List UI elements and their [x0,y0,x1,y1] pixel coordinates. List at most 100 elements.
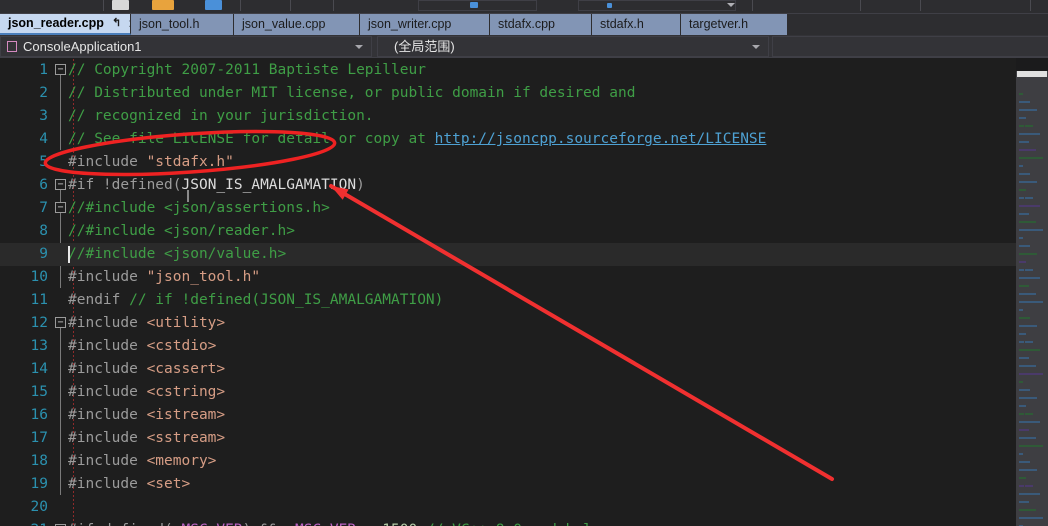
code-map-line [1019,453,1023,455]
code-map-line [1025,509,1036,511]
scope-member-dropdown[interactable]: (全局范围) [377,36,769,57]
code-map-line [1019,413,1024,415]
editor-tab-strip[interactable]: json_reader.cpp ↱ ✕ json_tool.h json_val… [0,14,1048,35]
chevron-down-icon[interactable] [727,3,735,7]
code-line-row[interactable]: 3 // recognized in your jurisdiction. [0,105,1016,128]
code-map-line [1025,245,1030,247]
code-line-row[interactable]: 21−#if defined(_MSC_VER) && _MSC_VER < 1… [0,519,1016,526]
scope-project-dropdown[interactable]: ConsoleApplication1 [0,36,372,57]
code-line-row[interactable]: 7−//#include <json/assertions.h> [0,197,1016,220]
code-map-line [1019,477,1026,479]
fold-collapse-icon[interactable]: − [55,64,66,75]
code-line-row[interactable]: 8 //#include <json/reader.h> [0,220,1016,243]
scope-project-label: ConsoleApplication1 [23,38,142,54]
chevron-down-icon[interactable] [355,44,363,49]
code-token[interactable]: http://jsoncpp.sourceforge.net/LICENSE [435,131,767,147]
code-line-text: // See file LICENSE for detail or copy a… [68,128,766,151]
tab-stdafx-h[interactable]: stdafx.h [592,14,681,35]
code-token: //#include <json/assertions.h> [68,200,330,216]
line-number: 7 [39,200,48,216]
code-token: < [356,522,382,526]
code-line-text: //#include <json/value.h> [68,243,286,266]
code-line-row[interactable]: 15 #include <cstring> [0,381,1016,404]
code-line-row[interactable]: 2 // Distributed under MIT license, or pu… [0,82,1016,105]
code-map-line [1019,333,1026,335]
code-editor[interactable]: 1−// Copyright 2007-2011 Baptiste Lepill… [0,58,1016,526]
tab-json_value-cpp[interactable]: json_value.cpp [234,14,360,35]
code-line-text: //#include <json/assertions.h> [68,197,330,220]
find-icon[interactable] [607,3,612,8]
code-map-line [1031,301,1043,303]
line-number: 3 [39,108,48,124]
code-token: // recognized in your jurisdiction. [68,108,374,124]
code-map-line [1031,517,1043,519]
code-map-line [1025,413,1033,415]
code-line-row[interactable]: 4 // See file LICENSE for detail or copy … [0,128,1016,151]
code-line-row[interactable]: 20 [0,496,1016,519]
code-token: // See file LICENSE for detail or copy a… [68,131,435,147]
code-map-line [1019,237,1023,239]
tab-label: json_value.cpp [242,17,326,31]
scrollbar-thumb[interactable] [1017,71,1047,77]
code-map-line [1031,397,1037,399]
line-number: 18 [30,453,48,469]
code-line-row[interactable]: 16 #include <istream> [0,404,1016,427]
line-number: 6 [39,177,48,193]
platform-dropdown[interactable] [578,0,736,11]
save-all-icon[interactable] [152,0,174,10]
code-line-row[interactable]: 9 //#include <json/value.h> [0,243,1016,266]
code-lines-container[interactable]: 1−// Copyright 2007-2011 Baptiste Lepill… [0,58,1016,526]
code-line-row[interactable]: 6− #if !defined(JSON_IS_AMALGAMATION) [0,174,1016,197]
fold-collapse-icon[interactable]: − [55,202,66,213]
undo-icon[interactable] [205,0,222,10]
code-map-line [1019,309,1023,311]
code-token: <cassert> [146,361,226,377]
code-token: #include [68,453,147,469]
fold-collapse-icon[interactable]: − [55,317,66,328]
scrollbar-track-top[interactable] [1016,58,1048,71]
fold-collapse-icon[interactable]: − [55,179,66,190]
code-token: <set> [146,476,191,492]
code-token: #include [68,269,147,285]
code-map-line [1019,405,1026,407]
tab-json_reader-cpp[interactable]: json_reader.cpp ↱ ✕ [0,14,131,35]
start-debug-icon[interactable] [470,2,478,8]
code-token: "stdafx.h" [146,154,234,170]
vertical-scrollbar-codemap[interactable] [1016,58,1048,526]
navigation-bar[interactable]: ConsoleApplication1 (全局范围) [0,35,1048,58]
code-map-line [1031,157,1043,159]
code-line-row[interactable]: 12− #include <utility> [0,312,1016,335]
chevron-down-icon[interactable] [752,44,760,49]
code-map-line [1031,277,1040,279]
code-token: //#include <json/value.h> [68,246,287,262]
code-line-row[interactable]: 1−// Copyright 2007-2011 Baptiste Lepill… [0,59,1016,82]
code-line-row[interactable]: 10 #include "json_tool.h" [0,266,1016,289]
code-token: JSON_IS_AMALGAMATION [181,177,357,193]
main-toolbar[interactable] [0,0,1048,14]
text-cursor [68,246,70,263]
save-icon[interactable] [112,0,129,10]
code-line-row[interactable]: 5 #include "stdafx.h" [0,151,1016,174]
code-line-row[interactable]: 17 #include <sstream> [0,427,1016,450]
code-map-line [1019,197,1024,199]
code-line-row[interactable]: 11 #endif // if !defined(JSON_IS_AMALGAMA… [0,289,1016,312]
tab-label: json_writer.cpp [368,17,452,31]
code-token: #include [68,315,147,331]
line-number: 11 [30,292,48,308]
code-map-line [1019,117,1026,119]
tab-label: json_tool.h [139,17,200,31]
code-line-row[interactable]: 13 #include <cstdio> [0,335,1016,358]
tab-json_tool-h[interactable]: json_tool.h [131,14,234,35]
code-token: "json_tool.h" [146,269,261,285]
text-cursor-secondary [187,190,189,202]
code-map-line [1025,173,1030,175]
code-line-row[interactable]: 19 #include <set> [0,473,1016,496]
code-map-line [1025,341,1033,343]
tab-targetver-h[interactable]: targetver.h [681,14,788,35]
scope-extra-dropdown[interactable] [772,36,1048,57]
tab-json_writer-cpp[interactable]: json_writer.cpp [360,14,490,35]
pin-icon[interactable]: ↱ [112,14,121,33]
code-line-row[interactable]: 14 #include <cassert> [0,358,1016,381]
tab-stdafx-cpp[interactable]: stdafx.cpp [490,14,592,35]
code-line-row[interactable]: 18 #include <memory> [0,450,1016,473]
